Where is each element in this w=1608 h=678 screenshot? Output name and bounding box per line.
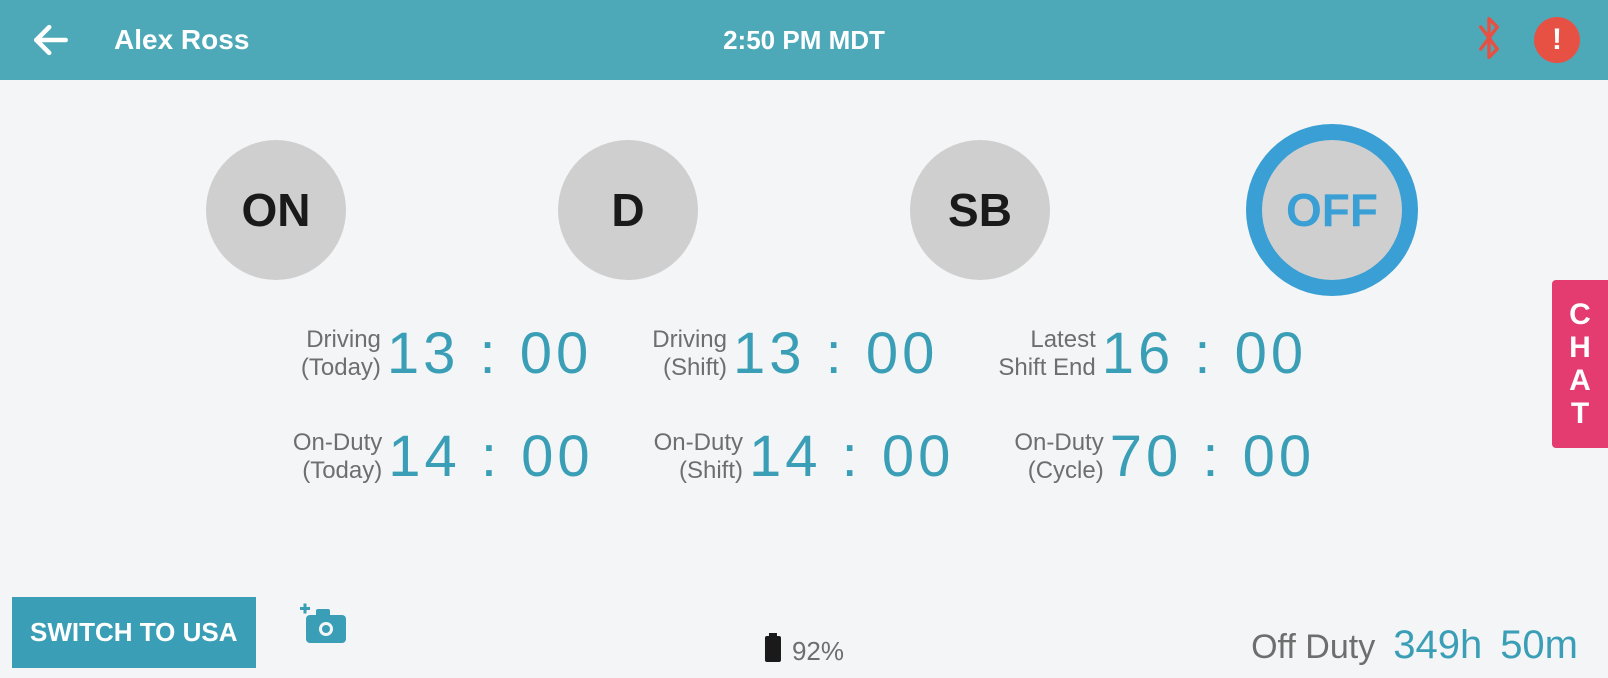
metric-label: On-Duty (Today) [293,429,382,484]
status-on-button[interactable]: ON [206,140,346,280]
status-d-label: D [611,183,644,237]
alert-icon: ! [1552,23,1562,57]
metric-driving-shift: Driving (Shift) 13 : 00 [652,320,938,387]
footer: SWITCH TO USA 92% Off Duty 349h 50m [0,588,1608,678]
back-button[interactable] [28,17,74,63]
metric-onduty-cycle: On-Duty (Cycle) 70 : 00 [1014,423,1315,490]
metric-label: Latest Shift End [998,326,1095,381]
switch-country-button[interactable]: SWITCH TO USA [12,597,256,668]
metric-label: On-Duty (Shift) [654,429,743,484]
metric-label: Driving (Today) [301,326,381,381]
metrics-row-2: On-Duty (Today) 14 : 00 On-Duty (Shift) … [0,423,1608,490]
status-off-button[interactable]: OFF [1262,140,1402,280]
metrics-row-1: Driving (Today) 13 : 00 Driving (Shift) … [0,320,1608,387]
metric-value: 13 : 00 [733,320,938,387]
duty-status-row: ON D SB OFF [0,80,1608,300]
metric-latest-shift-end: Latest Shift End 16 : 00 [998,320,1307,387]
main-content: ON D SB OFF Driving (Today) 13 : 00 Driv… [0,80,1608,678]
status-sb-label: SB [948,183,1012,237]
offduty-label: Off Duty [1251,628,1375,667]
metric-onduty-shift: On-Duty (Shift) 14 : 00 [654,423,955,490]
metric-onduty-today: On-Duty (Today) 14 : 00 [293,423,594,490]
status-off-label: OFF [1286,183,1378,237]
metric-value: 70 : 00 [1110,423,1315,490]
add-photo-button[interactable] [300,603,348,650]
status-on-label: ON [242,183,311,237]
user-name: Alex Ross [114,24,249,56]
metric-label: Driving (Shift) [652,326,727,381]
app-header: Alex Ross 2:50 PM MDT ! [0,0,1608,80]
metric-value: 14 : 00 [388,423,593,490]
metric-value: 14 : 00 [749,423,954,490]
metric-value: 13 : 00 [387,320,592,387]
offduty-mins: 50m [1500,623,1578,668]
battery-percent: 92% [792,636,844,667]
metrics-panel: Driving (Today) 13 : 00 Driving (Shift) … [0,300,1608,490]
metric-label: On-Duty (Cycle) [1014,429,1103,484]
status-driving-button[interactable]: D [558,140,698,280]
current-time: 2:50 PM MDT [723,25,885,56]
metric-value: 16 : 00 [1102,320,1307,387]
header-right: ! [1472,16,1580,65]
bluetooth-icon[interactable] [1472,16,1506,65]
battery-status: 92% [764,633,844,670]
status-sleeper-button[interactable]: SB [910,140,1050,280]
chat-tab[interactable]: C H A T [1552,280,1608,448]
alert-badge[interactable]: ! [1534,17,1580,63]
off-duty-timer: Off Duty 349h 50m [1251,623,1578,668]
battery-icon [764,633,782,670]
offduty-hours: 349h [1393,623,1482,668]
metric-driving-today: Driving (Today) 13 : 00 [301,320,592,387]
